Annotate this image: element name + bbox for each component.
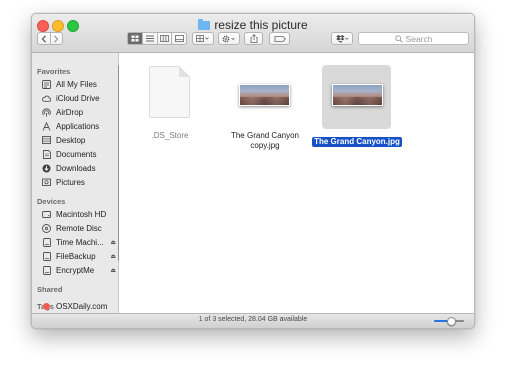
sidebar-item-label: Documents xyxy=(56,149,97,159)
sidebar-item-pictures[interactable]: Pictures xyxy=(42,176,116,188)
sidebar-item-label: Macintosh HD xyxy=(56,209,107,219)
drive-icon xyxy=(42,237,51,247)
icon-view-icon[interactable] xyxy=(128,33,143,44)
title-bar: resize this picture Search xyxy=(32,14,474,53)
downloads-icon xyxy=(42,164,51,173)
sidebar-item-label: Pictures xyxy=(56,177,85,187)
file-name-ds-store[interactable]: .DS_Store xyxy=(135,131,205,141)
share-icon xyxy=(250,34,257,43)
slider-knob[interactable] xyxy=(447,317,456,326)
all-files-icon xyxy=(42,79,51,89)
search-placeholder: Search xyxy=(405,33,433,44)
dropbox-button[interactable] xyxy=(331,32,353,45)
sidebar-heading-shared: Shared xyxy=(37,285,63,294)
sidebar-item-icloud-drive[interactable]: iCloud Drive xyxy=(42,92,116,104)
sidebar-item-remote-disc[interactable]: Remote Disc xyxy=(42,222,116,234)
file-name-grand-canyon-copy[interactable]: The Grand Canyon copy.jpg xyxy=(225,131,305,151)
arrange-grid-icon xyxy=(196,35,209,42)
cover-flow-icon[interactable] xyxy=(172,33,186,44)
image-thumbnail[interactable] xyxy=(332,84,383,106)
action-button[interactable] xyxy=(218,32,240,45)
sidebar-item-tag-osxdaily[interactable]: OSXDaily.com xyxy=(42,300,116,312)
file-browser-content: .DS_Store The Grand Canyon copy.jpg The … xyxy=(119,53,474,313)
eject-icon[interactable]: ⏏ xyxy=(110,239,116,246)
chevron-right-icon[interactable] xyxy=(51,33,63,44)
sidebar-item-applications[interactable]: Applications xyxy=(42,120,116,132)
share-button[interactable] xyxy=(244,32,263,45)
cloud-icon xyxy=(42,94,51,103)
sidebar-item-label: Time Machi... xyxy=(56,237,104,247)
back-forward-control xyxy=(37,32,63,45)
folder-icon xyxy=(198,19,211,30)
document-icon[interactable] xyxy=(149,66,190,118)
drive-icon xyxy=(42,251,51,261)
search-field[interactable]: Search xyxy=(358,32,469,45)
file-name-line: copy.jpg xyxy=(250,141,280,150)
eject-icon[interactable]: ⏏ xyxy=(110,267,116,274)
desktop-icon xyxy=(42,136,51,145)
sidebar: Favorites All My Files iCloud Drive AirD… xyxy=(32,53,121,313)
list-view-icon[interactable] xyxy=(143,33,158,44)
tag-color-dot xyxy=(43,302,50,310)
edit-tags-button[interactable] xyxy=(269,32,290,45)
gear-icon xyxy=(222,35,235,42)
airdrop-icon xyxy=(42,107,51,117)
file-name-grand-canyon[interactable]: The Grand Canyon.jpg xyxy=(312,137,402,147)
file-name-line: The Grand Canyon xyxy=(230,131,300,140)
sidebar-item-label: Applications xyxy=(56,121,100,131)
file-name-wrap: The Grand Canyon.jpg xyxy=(309,131,405,149)
drive-icon xyxy=(42,265,51,275)
window-title-area: resize this picture xyxy=(32,17,474,33)
sidebar-item-label: EncryptMe xyxy=(56,265,95,275)
eject-icon[interactable]: ⏏ xyxy=(110,253,116,260)
sidebar-item-documents[interactable]: Documents xyxy=(42,148,116,160)
sidebar-item-time-machine[interactable]: Time Machi... ⏏ xyxy=(42,236,116,248)
sidebar-item-desktop[interactable]: Desktop xyxy=(42,134,116,146)
sidebar-item-label: Downloads xyxy=(56,163,96,173)
sidebar-heading-favorites: Favorites xyxy=(37,67,71,76)
sidebar-item-label: OSXDaily.com xyxy=(56,301,108,311)
sidebar-item-downloads[interactable]: Downloads xyxy=(42,162,116,174)
sidebar-item-filebackup[interactable]: FileBackup ⏏ xyxy=(42,250,116,262)
arrange-button[interactable] xyxy=(192,32,214,45)
pictures-icon xyxy=(42,178,51,187)
sidebar-item-label: All My Files xyxy=(56,79,97,89)
sidebar-item-label: Desktop xyxy=(56,135,86,145)
image-thumbnail[interactable] xyxy=(239,84,290,106)
sidebar-item-airdrop[interactable]: AirDrop xyxy=(42,106,116,118)
column-view-icon[interactable] xyxy=(158,33,173,44)
search-icon xyxy=(394,34,403,43)
sidebar-item-all-my-files[interactable]: All My Files xyxy=(42,78,116,90)
window-title: resize this picture xyxy=(214,18,308,32)
sidebar-item-label: AirDrop xyxy=(56,107,84,117)
status-bar: 1 of 3 selected, 28.04 GB available xyxy=(32,313,474,328)
status-text: 1 of 3 selected, 28.04 GB available xyxy=(198,316,308,323)
sidebar-item-label: Remote Disc xyxy=(56,223,102,233)
disc-icon xyxy=(42,223,51,233)
sidebar-item-label: iCloud Drive xyxy=(56,93,100,103)
view-mode-control xyxy=(127,32,187,45)
sidebar-item-label: FileBackup xyxy=(56,251,96,261)
finder-window: resize this picture Search Favorites All… xyxy=(31,13,475,329)
sidebar-item-encryptme[interactable]: EncryptMe ⏏ xyxy=(42,264,116,276)
chevron-left-icon[interactable] xyxy=(38,33,51,44)
applications-icon xyxy=(42,121,51,131)
sidebar-item-macintosh-hd[interactable]: Macintosh HD xyxy=(42,208,116,220)
dropbox-icon xyxy=(336,34,349,43)
tag-icon xyxy=(274,35,286,42)
sidebar-heading-devices: Devices xyxy=(37,197,66,206)
icon-size-slider[interactable] xyxy=(434,317,464,326)
hard-drive-icon xyxy=(42,210,51,219)
documents-icon xyxy=(42,149,51,159)
